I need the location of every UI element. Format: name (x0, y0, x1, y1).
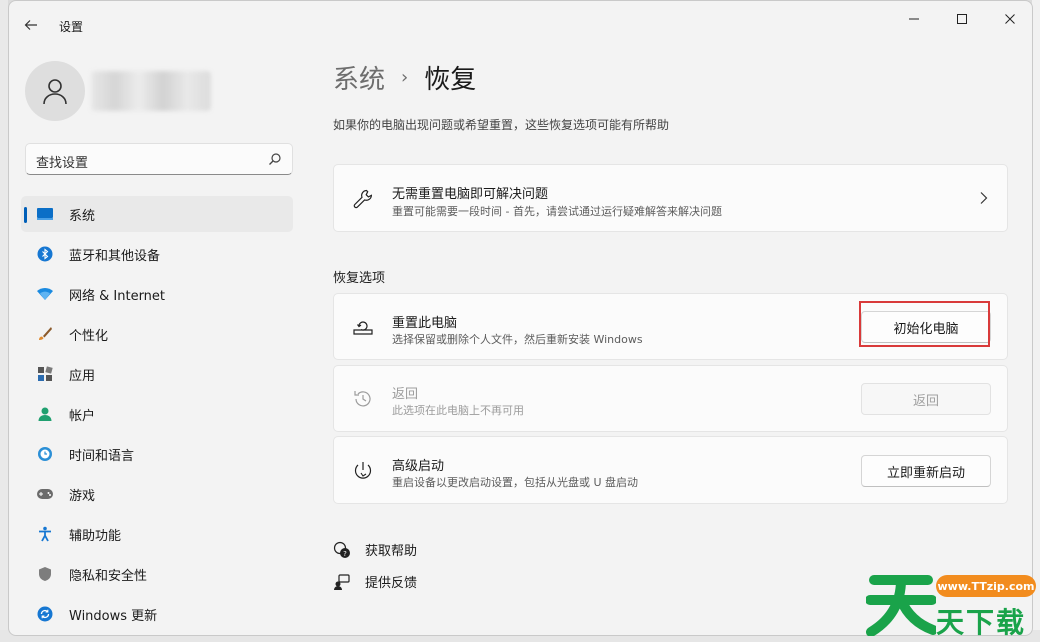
go-back-title: 返回 (392, 387, 419, 402)
sidebar-item-label: 帐户 (69, 408, 96, 424)
person-icon (43, 79, 67, 105)
maximize-icon (957, 14, 967, 24)
go-back-card: 返回 此选项在此电脑上不再可用 返回 (333, 365, 1008, 432)
sidebar-item-label: 应用 (69, 368, 96, 384)
sidebar-item-time-language[interactable]: 时间和语言 (21, 436, 293, 472)
sidebar-item-label: 辅助功能 (69, 528, 122, 544)
app-title: 设置 (59, 20, 84, 34)
search-icon (269, 153, 281, 165)
give-feedback-label: 提供反馈 (365, 576, 418, 591)
windows-update-icon (35, 604, 55, 624)
history-icon (350, 386, 376, 412)
reset-pc-subtitle: 选择保留或删除个人文件，然后重新安装 Windows (392, 333, 643, 346)
get-help-label: 获取帮助 (365, 544, 418, 559)
desktop-background-right (1032, 0, 1040, 642)
watermark-logo-icon (866, 575, 936, 636)
breadcrumb: 系统 › 恢复 (333, 59, 476, 96)
feedback-icon (333, 573, 351, 591)
advanced-startup-icon (350, 458, 376, 484)
advanced-startup-title: 高级启动 (392, 459, 445, 474)
search-input[interactable]: 查找设置 (25, 143, 293, 175)
watermark-text: 天下载 (936, 606, 1027, 639)
title-bar: 设置 (9, 1, 1032, 41)
help-icon: ? (333, 541, 351, 559)
highlight-frame (859, 301, 990, 347)
sidebar-item-gaming[interactable]: 游戏 (21, 476, 293, 512)
bluetooth-icon (35, 244, 55, 264)
breadcrumb-parent[interactable]: 系统 (333, 59, 385, 96)
minimize-icon (909, 18, 919, 20)
svg-text:?: ? (343, 550, 347, 558)
troubleshoot-title: 无需重置电脑即可解决问题 (392, 187, 549, 202)
user-avatar[interactable] (25, 61, 85, 121)
sidebar-item-label: 游戏 (69, 488, 96, 504)
user-name-blurred (91, 71, 211, 111)
maximize-button[interactable] (939, 9, 985, 29)
sidebar-item-bluetooth[interactable]: 蓝牙和其他设备 (21, 236, 293, 272)
wrench-icon (350, 186, 376, 212)
sidebar-item-system[interactable]: 系统 (21, 196, 293, 232)
section-title-recovery-options: 恢复选项 (333, 271, 386, 286)
sidebar-item-accessibility[interactable]: 辅助功能 (21, 516, 293, 552)
chevron-right-icon (980, 192, 988, 204)
give-feedback-link[interactable]: 提供反馈 (333, 572, 417, 591)
sidebar-item-accounts[interactable]: 帐户 (21, 396, 293, 432)
page-title: 恢复 (424, 65, 477, 95)
sidebar-item-windows-update[interactable]: Windows 更新 (21, 596, 293, 632)
troubleshoot-card[interactable]: 无需重置电脑即可解决问题 重置可能需要一段时间 - 首先，请尝试通过运行疑难解答… (333, 164, 1008, 232)
sidebar-item-personalization[interactable]: 个性化 (21, 316, 293, 352)
minimize-button[interactable] (891, 9, 937, 29)
sidebar-item-label: 网络 & Internet (69, 288, 166, 304)
network-icon (35, 284, 55, 304)
personalization-icon (35, 324, 55, 344)
get-help-link[interactable]: ? 获取帮助 (333, 540, 417, 559)
sidebar-item-label: 个性化 (69, 328, 109, 344)
search-placeholder: 查找设置 (36, 156, 89, 171)
close-button[interactable] (987, 9, 1032, 29)
advanced-startup-subtitle: 重启设备以更改启动设置，包括从光盘或 U 盘启动 (392, 476, 639, 489)
sidebar-item-label: 系统 (69, 208, 96, 224)
shield-icon (35, 564, 55, 584)
breadcrumb-separator-icon: › (401, 67, 409, 88)
close-icon (1005, 14, 1015, 24)
reset-pc-icon (350, 314, 376, 340)
accessibility-icon (35, 524, 55, 544)
account-icon (35, 404, 55, 424)
sidebar-nav: 系统 蓝牙和其他设备 网络 & Internet 个性化 应用 帐户 时间和语言… (21, 196, 293, 635)
page-description: 如果你的电脑出现问题或希望重置，这些恢复选项可能有所帮助 (333, 118, 670, 132)
arrow-left-icon (24, 20, 37, 30)
sidebar-item-network[interactable]: 网络 & Internet (21, 276, 293, 312)
reset-pc-title: 重置此电脑 (392, 316, 458, 331)
back-button[interactable] (21, 15, 41, 35)
settings-window: 设置 查找设置 系统 蓝牙和其他设备 网络 & Internet 个性化 应用 … (8, 0, 1033, 636)
desktop-background-left (0, 0, 8, 642)
sidebar-item-label: 隐私和安全性 (69, 568, 148, 584)
gaming-icon (35, 484, 55, 504)
advanced-startup-card: 高级启动 重启设备以更改启动设置，包括从光盘或 U 盘启动 立即重新启动 (333, 436, 1008, 504)
sidebar-item-apps[interactable]: 应用 (21, 356, 293, 392)
go-back-button: 返回 (861, 383, 991, 415)
system-icon (35, 204, 55, 224)
sidebar-item-privacy[interactable]: 隐私和安全性 (21, 556, 293, 592)
troubleshoot-subtitle: 重置可能需要一段时间 - 首先，请尝试通过运行疑难解答来解决问题 (392, 205, 722, 218)
sidebar-item-label: 时间和语言 (69, 448, 135, 464)
sidebar-item-label: Windows 更新 (69, 608, 158, 624)
restart-now-button[interactable]: 立即重新启动 (861, 455, 991, 487)
sidebar-item-label: 蓝牙和其他设备 (69, 248, 161, 264)
go-back-subtitle: 此选项在此电脑上不再可用 (392, 404, 524, 417)
watermark-url: www.TTzip.com (936, 575, 1036, 597)
apps-icon (35, 364, 55, 384)
time-language-icon (35, 444, 55, 464)
